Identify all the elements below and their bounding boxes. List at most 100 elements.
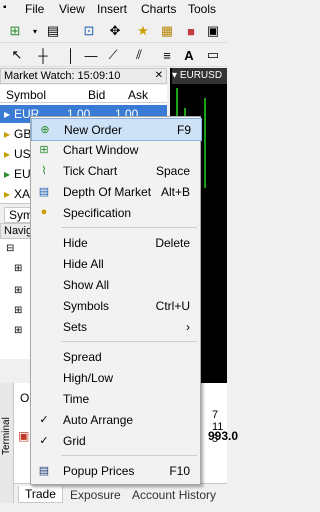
- tab-exposure[interactable]: Exposure: [70, 488, 121, 502]
- menu-item-label: Tick Chart: [63, 164, 118, 178]
- strategy-tester-icon[interactable]: ■: [182, 22, 200, 40]
- checkmark-icon: ✓: [39, 434, 49, 447]
- horizontal-line-icon[interactable]: —: [82, 46, 100, 64]
- balance-value: 993.0: [208, 429, 239, 443]
- menu-view[interactable]: View: [59, 2, 85, 16]
- tree-expand-icon[interactable]: ⊞: [14, 325, 22, 336]
- menu-item-hide-all[interactable]: Hide All: [31, 253, 200, 274]
- specification-icon: ●: [40, 206, 48, 218]
- menu-item-shortcut: F10: [169, 464, 190, 478]
- toolbar-standard: ⊞ ▾ ▤ ⊡ ✥ ★ ▦ ■ ▣: [0, 19, 227, 43]
- new-chart-icon[interactable]: ⊞: [6, 22, 24, 40]
- menu-item-label: Show All: [63, 278, 110, 292]
- checkmark-icon: ✓: [39, 413, 49, 426]
- channel-icon[interactable]: ⫽: [130, 46, 148, 64]
- profiles-icon[interactable]: ▤: [44, 22, 62, 40]
- tree-expand-icon[interactable]: ⊞: [14, 263, 22, 274]
- tree-expand-icon[interactable]: ⊟: [6, 243, 14, 254]
- menu-item-new-order[interactable]: ⊕ New Order F9: [31, 118, 202, 141]
- market-watch-title-text: Market Watch: 15:09:10: [4, 70, 121, 82]
- chart-tab[interactable]: ▾ EURUSD: [172, 68, 227, 84]
- menu-item-chart-window[interactable]: ⊞ Chart Window: [31, 139, 200, 160]
- menu-item-label: Symbols: [63, 299, 110, 313]
- menu-item-popup-prices[interactable]: ▤ Popup Prices F10: [31, 460, 200, 481]
- order-icon: ▣: [18, 429, 30, 443]
- menu-bar: ▪ File View Insert Charts Tools: [0, 0, 227, 18]
- market-watch-icon[interactable]: ⊡: [80, 22, 98, 40]
- tab-account-history[interactable]: Account History: [132, 488, 216, 502]
- menu-item-label: Grid: [63, 434, 86, 448]
- menu-separator: [61, 227, 197, 228]
- chart-window-icon: ⊞: [39, 143, 49, 156]
- column-symbol[interactable]: Symbol: [6, 88, 46, 102]
- tree-expand-icon[interactable]: ⊞: [14, 305, 22, 316]
- tick-chart-icon: ⌇: [41, 164, 47, 177]
- row-arrow-icon: ▸: [4, 187, 11, 201]
- symbol-cell: EU: [14, 167, 31, 181]
- popup-prices-icon: ▤: [38, 464, 50, 477]
- terminal-label: Terminal: [1, 417, 12, 455]
- tab-trade[interactable]: Trade: [18, 486, 63, 503]
- chart-tab-arrow-icon: ▾: [172, 70, 180, 81]
- menu-item-grid[interactable]: ✓ Grid: [31, 430, 200, 451]
- menu-insert[interactable]: Insert: [97, 2, 127, 16]
- menu-item-label: Popup Prices: [63, 464, 135, 478]
- navigator-icon[interactable]: ✥: [106, 22, 124, 40]
- close-icon[interactable]: ✕: [155, 69, 163, 83]
- submenu-arrow-icon: ›: [186, 320, 190, 334]
- favorites-icon[interactable]: ★: [134, 22, 152, 40]
- trendline-icon[interactable]: ⟋: [104, 46, 122, 64]
- menu-separator: [61, 341, 197, 342]
- data-window-icon[interactable]: ▦: [158, 22, 176, 40]
- menu-item-tick-chart[interactable]: ⌇ Tick Chart Space: [31, 160, 200, 181]
- menu-item-shortcut: Ctrl+U: [155, 299, 190, 313]
- menu-item-label: Auto Arrange: [63, 413, 134, 427]
- options-icon[interactable]: ▣: [204, 22, 222, 40]
- candle-bar: [204, 98, 206, 188]
- fibonacci-icon[interactable]: ≡: [158, 46, 176, 64]
- menu-item-label: Sets: [63, 320, 88, 334]
- menu-item-specification[interactable]: ● Specification: [31, 202, 200, 223]
- menu-item-depth-of-market[interactable]: ▤ Depth Of Market Alt+B: [31, 181, 200, 202]
- tree-expand-icon[interactable]: ⊞: [14, 285, 22, 296]
- menu-item-sets[interactable]: Sets ›: [31, 316, 200, 337]
- menu-item-auto-arrange[interactable]: ✓ Auto Arrange: [31, 409, 200, 430]
- terminal-tabs: Trade Exposure Account History: [14, 483, 227, 505]
- menu-item-symbols[interactable]: Symbols Ctrl+U: [31, 295, 200, 316]
- menu-item-time[interactable]: Time: [31, 388, 200, 409]
- menu-item-hide[interactable]: Hide Delete: [31, 232, 200, 253]
- new-order-icon: ⊕: [40, 123, 50, 136]
- symbol-cell: GB: [14, 127, 32, 141]
- row-arrow-icon: ▸: [4, 127, 11, 141]
- vertical-line-icon[interactable]: │: [62, 46, 80, 64]
- menu-item-show-all[interactable]: Show All: [31, 274, 200, 295]
- toolbar-line-studies: ↖ ┼ │ — ⟋ ⫽ ≡ A ▭: [0, 44, 227, 67]
- symbol-cell: XA: [14, 187, 31, 201]
- menu-tools[interactable]: Tools: [188, 2, 216, 16]
- menu-item-high-low[interactable]: High/Low: [31, 367, 200, 388]
- menu-item-label: Depth Of Market: [63, 185, 152, 199]
- app-menu-icon[interactable]: ▪: [3, 2, 7, 13]
- market-watch-title: Market Watch: 15:09:10 ✕: [0, 68, 167, 84]
- menu-item-label: Time: [63, 392, 90, 406]
- menu-item-shortcut: Alt+B: [160, 185, 190, 199]
- menu-item-label: Spread: [63, 350, 102, 364]
- menu-item-spread[interactable]: Spread: [31, 346, 200, 367]
- crosshair-icon[interactable]: ┼: [34, 46, 52, 64]
- menu-item-shortcut: Delete: [155, 236, 190, 250]
- cursor-icon[interactable]: ↖: [8, 46, 26, 64]
- row-arrow-icon: ▸: [4, 147, 11, 161]
- menu-item-label: Hide All: [63, 257, 104, 271]
- dropdown-icon[interactable]: ▾: [26, 22, 44, 40]
- terminal-side-label: Terminal: [0, 383, 14, 503]
- market-watch-header: Symbol Bid Ask: [0, 85, 167, 103]
- row-arrow-icon: ▸: [4, 107, 11, 121]
- menu-charts[interactable]: Charts: [141, 2, 176, 16]
- column-bid[interactable]: Bid: [88, 88, 105, 102]
- menu-file[interactable]: File: [25, 2, 44, 16]
- menu-separator: [61, 455, 197, 456]
- text-label-icon[interactable]: ▭: [204, 46, 222, 64]
- menu-item-label: New Order: [64, 123, 123, 137]
- text-icon[interactable]: A: [180, 46, 198, 64]
- column-ask[interactable]: Ask: [128, 88, 148, 102]
